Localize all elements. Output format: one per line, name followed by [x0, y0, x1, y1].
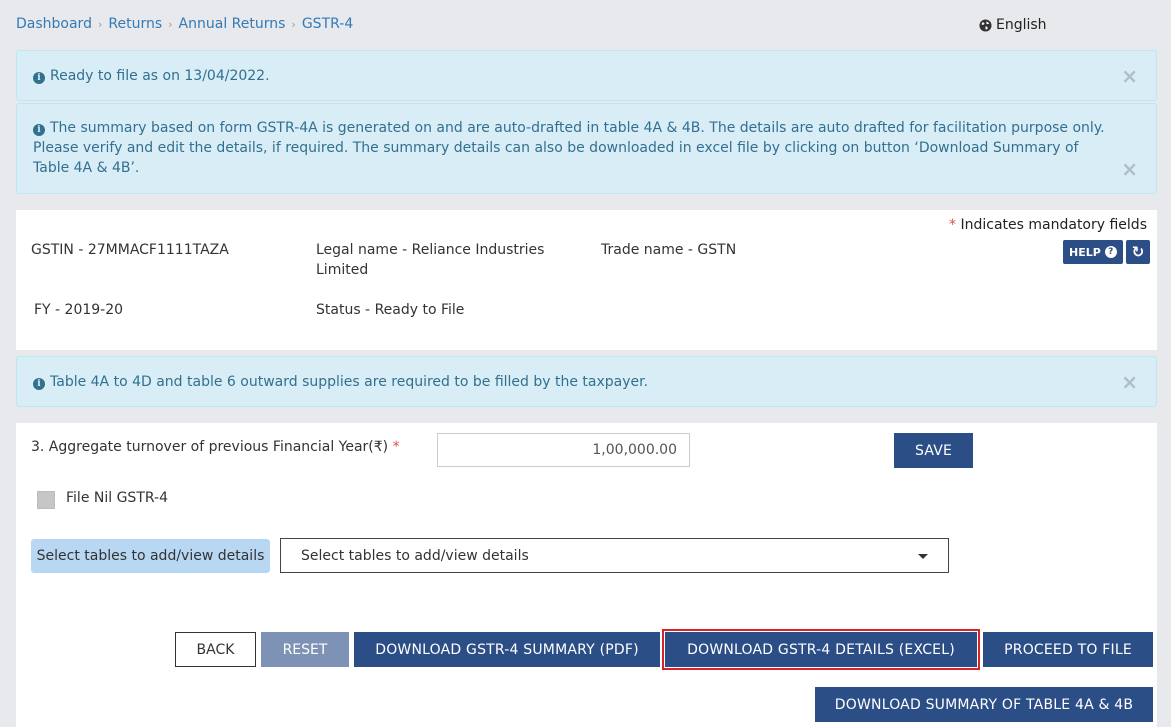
taxpayer-details-panel: * Indicates mandatory fields GSTIN - 27M… [16, 210, 1157, 350]
breadcrumb-returns[interactable]: Returns [108, 16, 162, 32]
info-icon: i [33, 72, 45, 84]
tables-required-alert: i Table 4A to 4D and table 6 outward supp… [16, 356, 1157, 407]
breadcrumb-separator: › [97, 17, 103, 31]
save-button[interactable]: SAVE [894, 433, 973, 468]
tables-required-text: Table 4A to 4D and table 6 outward suppl… [50, 374, 649, 390]
trade-name: Trade name - GSTN [601, 242, 737, 258]
download-excel-button[interactable]: DOWNLOAD GSTR-4 DETAILS (EXCEL) [662, 629, 980, 670]
breadcrumb-separator: › [291, 17, 296, 31]
breadcrumb-annual-returns[interactable]: Annual Returns [179, 16, 286, 32]
question-icon: ? [1104, 246, 1117, 258]
gstin: GSTIN - 27MMACF1111TAZA [31, 242, 229, 258]
close-icon[interactable]: × [1121, 66, 1138, 86]
globe-icon [979, 18, 992, 32]
financial-year: FY - 2019-20 [34, 302, 124, 318]
caret-down-icon [918, 554, 928, 559]
download-pdf-button[interactable]: DOWNLOAD GSTR-4 SUMMARY (PDF) [354, 632, 660, 667]
ready-alert-text: Ready to file as on 13/04/2022. [50, 68, 270, 84]
status: Status - Ready to File [316, 302, 465, 318]
breadcrumb: Dashboard › Returns › Annual Returns › G… [16, 16, 353, 32]
help-button[interactable]: HELP ? [1063, 240, 1123, 264]
select-tables-dropdown[interactable]: Select tables to add/view details [280, 538, 949, 573]
select-tables-value: Select tables to add/view details [301, 547, 529, 564]
info-icon: i [33, 378, 45, 390]
breadcrumb-separator: › [168, 17, 173, 31]
gstr4-form-panel: 3. Aggregate turnover of previous Financ… [16, 423, 1157, 727]
turnover-label: 3. Aggregate turnover of previous Financ… [31, 439, 400, 455]
language-selector[interactable]: English [979, 17, 1047, 33]
breadcrumb-gstr4: GSTR-4 [301, 16, 354, 32]
close-icon[interactable]: × [1121, 372, 1138, 392]
back-button[interactable]: BACK [175, 632, 256, 667]
file-nil-label: File Nil GSTR-4 [66, 490, 168, 506]
language-label: English [996, 17, 1047, 33]
select-tables-label: Select tables to add/view details [31, 539, 270, 573]
refresh-button[interactable]: ↻ [1126, 240, 1150, 264]
summary-alert-line3: Table 4A & 4B’. [33, 160, 140, 176]
ready-alert: i Ready to file as on 13/04/2022. × [16, 50, 1157, 101]
summary-alert: i The summary based on form GSTR-4A is ge… [16, 103, 1157, 194]
download-summary-4a-4b-button[interactable]: DOWNLOAD SUMMARY OF TABLE 4A & 4B [815, 687, 1153, 722]
mandatory-note: * Indicates mandatory fields [949, 217, 1147, 233]
info-icon: i [33, 124, 45, 136]
refresh-icon: ↻ [1131, 243, 1145, 261]
breadcrumb-dashboard[interactable]: Dashboard [16, 16, 92, 32]
close-icon[interactable]: × [1121, 159, 1138, 179]
summary-alert-line2: Please verify and edit the details, if r… [33, 140, 1079, 156]
reset-button[interactable]: RESET [261, 632, 349, 667]
proceed-to-file-button[interactable]: PROCEED TO FILE [983, 632, 1153, 667]
legal-name: Legal name - Reliance Industries Limited [316, 242, 545, 278]
summary-alert-line1: The summary based on form GSTR-4A is gen… [50, 120, 1105, 136]
turnover-input[interactable]: 1,00,000.00 [437, 433, 690, 467]
file-nil-checkbox[interactable] [37, 491, 55, 509]
